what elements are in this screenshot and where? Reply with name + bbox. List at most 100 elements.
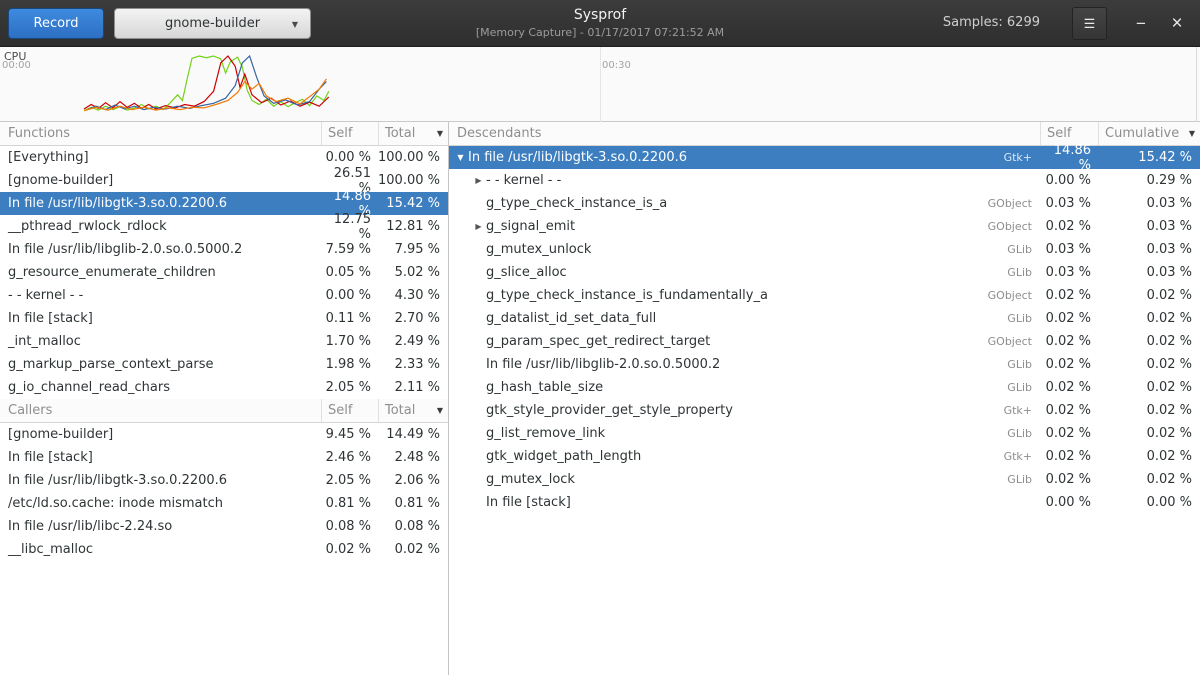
cell-function-name: In file /usr/lib/libglib-2.0.so.0.5000.2…: [449, 357, 1040, 372]
cell-function-name: In file /usr/lib/libglib-2.0.so.0.5000.2: [0, 242, 321, 257]
tree-row[interactable]: g_mutex_unlockGLib0.03 %0.03 %: [449, 238, 1200, 261]
table-row[interactable]: In file /usr/lib/libglib-2.0.so.0.5000.2…: [0, 238, 448, 261]
cell-total-percent: 2.70 %: [378, 311, 448, 326]
tree-row[interactable]: g_type_check_instance_is_fundamentally_a…: [449, 284, 1200, 307]
cell-cumulative-percent: 0.29 %: [1098, 173, 1200, 188]
cell-function-name: /etc/ld.so.cache: inode mismatch: [0, 496, 321, 511]
tree-row[interactable]: g_list_remove_linkGLib0.02 %0.02 %: [449, 422, 1200, 445]
column-header-self[interactable]: Self: [321, 122, 378, 145]
expander-closed-icon[interactable]: ▶: [471, 222, 486, 231]
library-badge: GLib: [999, 312, 1040, 325]
right-pane: Descendants Self Cumulative ▼ ▼In file /…: [449, 122, 1200, 675]
sort-arrow-icon: ▼: [1189, 129, 1195, 138]
hamburger-icon: ☰: [1084, 16, 1096, 31]
tree-row[interactable]: gtk_style_provider_get_style_propertyGtk…: [449, 399, 1200, 422]
tree-row[interactable]: ▼In file /usr/lib/libgtk-3.so.0.2200.6Gt…: [449, 146, 1200, 169]
cell-cumulative-percent: 0.03 %: [1098, 196, 1200, 211]
table-row[interactable]: In file [stack]0.11 %2.70 %: [0, 307, 448, 330]
menu-button[interactable]: ☰: [1072, 7, 1107, 40]
function-name-label: g_mutex_unlock: [486, 242, 591, 257]
sort-arrow-icon: ▼: [437, 129, 443, 138]
library-badge: Gtk+: [996, 450, 1040, 463]
profile-target-dropdown[interactable]: gnome-builder ▼: [114, 8, 311, 39]
library-badge: GObject: [980, 289, 1040, 302]
table-row[interactable]: [gnome-builder]9.45 %14.49 %: [0, 423, 448, 446]
tree-row[interactable]: g_slice_allocGLib0.03 %0.03 %: [449, 261, 1200, 284]
column-header-callers-self[interactable]: Self: [321, 399, 378, 422]
column-header-functions[interactable]: Functions: [0, 122, 321, 145]
table-row[interactable]: __pthread_rwlock_rdlock12.75 %12.81 %: [0, 215, 448, 238]
table-row[interactable]: [Everything]0.00 %100.00 %: [0, 146, 448, 169]
table-row[interactable]: g_resource_enumerate_children0.05 %5.02 …: [0, 261, 448, 284]
table-row[interactable]: [gnome-builder]26.51 %100.00 %: [0, 169, 448, 192]
cpu-graph[interactable]: CPU 00:00 00:30: [0, 47, 1200, 122]
cell-total-percent: 14.49 %: [378, 427, 448, 442]
cell-function-name: g_hash_table_sizeGLib: [449, 380, 1040, 395]
library-badge: GLib: [999, 266, 1040, 279]
column-header-total[interactable]: Total ▼: [378, 122, 448, 145]
table-row[interactable]: In file /usr/lib/libc-2.24.so0.08 %0.08 …: [0, 515, 448, 538]
table-row[interactable]: g_markup_parse_context_parse1.98 %2.33 %: [0, 353, 448, 376]
column-header-callers-total[interactable]: Total ▼: [378, 399, 448, 422]
tree-row[interactable]: In file [stack]0.00 %0.00 %: [449, 491, 1200, 514]
expander-open-icon[interactable]: ▼: [453, 153, 468, 162]
function-name-label: g_slice_alloc: [486, 265, 567, 280]
cell-function-name: g_type_check_instance_is_aGObject: [449, 196, 1040, 211]
function-name-label: g_mutex_lock: [486, 472, 575, 487]
cell-total-percent: 12.81 %: [378, 219, 448, 234]
cell-total-percent: 5.02 %: [378, 265, 448, 280]
cell-cumulative-percent: 0.02 %: [1098, 380, 1200, 395]
library-badge: Gtk+: [996, 404, 1040, 417]
tree-row[interactable]: ▶g_signal_emitGObject0.02 %0.03 %: [449, 215, 1200, 238]
cpu-line-blue: [86, 56, 326, 110]
function-name-label: In file /usr/lib/libgtk-3.so.0.2200.6: [468, 150, 687, 165]
table-row[interactable]: - - kernel - -0.00 %4.30 %: [0, 284, 448, 307]
table-row[interactable]: /etc/ld.so.cache: inode mismatch0.81 %0.…: [0, 492, 448, 515]
tree-row[interactable]: g_datalist_id_set_data_fullGLib0.02 %0.0…: [449, 307, 1200, 330]
cell-self-percent: 0.02 %: [1040, 380, 1098, 395]
cell-total-percent: 2.11 %: [378, 380, 448, 395]
expander-closed-icon[interactable]: ▶: [471, 176, 486, 185]
cell-function-name: g_param_spec_get_redirect_targetGObject: [449, 334, 1040, 349]
tree-row[interactable]: g_mutex_lockGLib0.02 %0.02 %: [449, 468, 1200, 491]
table-row[interactable]: In file /usr/lib/libgtk-3.so.0.2200.614.…: [0, 192, 448, 215]
function-name-label: g_signal_emit: [486, 219, 575, 234]
cell-self-percent: 0.00 %: [321, 150, 378, 165]
cell-self-percent: 0.11 %: [321, 311, 378, 326]
chevron-down-icon: ▼: [292, 20, 298, 29]
tree-row[interactable]: ▶- - kernel - -0.00 %0.29 %: [449, 169, 1200, 192]
library-badge: GLib: [999, 381, 1040, 394]
cell-self-percent: 0.00 %: [1040, 173, 1098, 188]
table-row[interactable]: __libc_malloc0.02 %0.02 %: [0, 538, 448, 561]
column-header-callers[interactable]: Callers: [0, 399, 321, 422]
cell-total-percent: 0.08 %: [378, 519, 448, 534]
tree-row[interactable]: In file /usr/lib/libglib-2.0.so.0.5000.2…: [449, 353, 1200, 376]
gridline-mid: [600, 47, 601, 122]
cell-function-name: [gnome-builder]: [0, 427, 321, 442]
window-title-box: Sysprof [Memory Capture] - 01/17/2017 07…: [330, 7, 870, 39]
cell-total-percent: 7.95 %: [378, 242, 448, 257]
cell-self-percent: 0.03 %: [1040, 196, 1098, 211]
cell-function-name: g_slice_alloc GLib: [449, 265, 1040, 280]
tree-row[interactable]: g_hash_table_sizeGLib0.02 %0.02 %: [449, 376, 1200, 399]
cell-cumulative-percent: 0.02 %: [1098, 288, 1200, 303]
cell-function-name: gtk_style_provider_get_style_propertyGtk…: [449, 403, 1040, 418]
minimize-button[interactable]: −: [1126, 0, 1156, 47]
cell-self-percent: 0.03 %: [1040, 265, 1098, 280]
cell-total-percent: 2.33 %: [378, 357, 448, 372]
column-header-descendants[interactable]: Descendants: [449, 122, 1040, 145]
cell-function-name: In file [stack]: [449, 495, 1040, 510]
tree-row[interactable]: g_type_check_instance_is_aGObject0.03 %0…: [449, 192, 1200, 215]
column-header-cumulative[interactable]: Cumulative ▼: [1098, 122, 1200, 145]
close-button[interactable]: ×: [1162, 0, 1192, 47]
tree-row[interactable]: g_param_spec_get_redirect_targetGObject0…: [449, 330, 1200, 353]
cell-self-percent: 0.02 %: [1040, 426, 1098, 441]
cell-function-name: In file [stack]: [0, 311, 321, 326]
table-row[interactable]: g_io_channel_read_chars2.05 %2.11 %: [0, 376, 448, 399]
tree-row[interactable]: gtk_widget_path_lengthGtk+0.02 %0.02 %: [449, 445, 1200, 468]
table-row[interactable]: In file /usr/lib/libgtk-3.so.0.2200.62.0…: [0, 469, 448, 492]
table-row[interactable]: In file [stack]2.46 %2.48 %: [0, 446, 448, 469]
table-row[interactable]: _int_malloc1.70 %2.49 %: [0, 330, 448, 353]
record-button[interactable]: Record: [8, 8, 104, 39]
cell-function-name: g_type_check_instance_is_fundamentally_a…: [449, 288, 1040, 303]
